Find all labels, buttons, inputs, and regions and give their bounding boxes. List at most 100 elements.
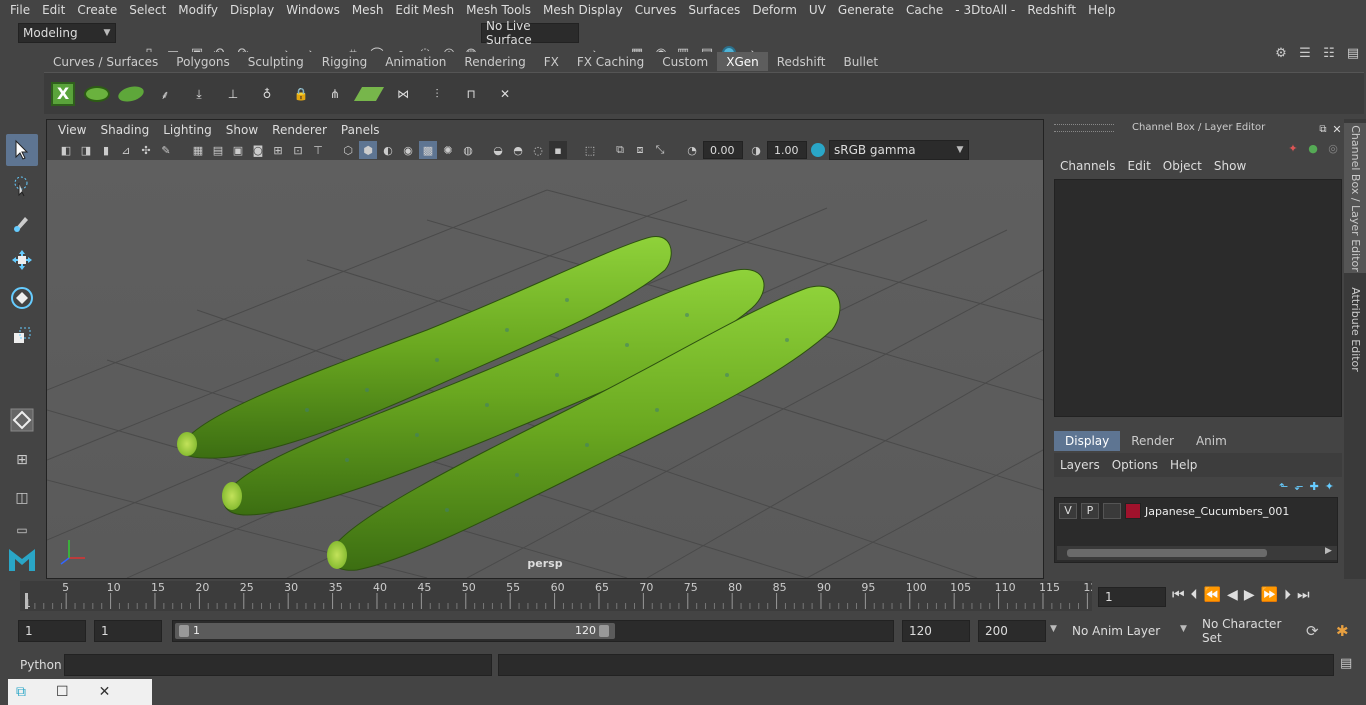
maximize-window-icon[interactable]: ☐ (56, 684, 69, 700)
move-layer-up-icon[interactable]: ⬑ (1279, 480, 1288, 493)
modeling-toolkit-icon[interactable]: ⚙ (1272, 44, 1290, 62)
anim-prefs-icon[interactable]: ⟳ (1306, 622, 1319, 640)
wireframe-on-shaded-icon[interactable]: ◐ (379, 141, 397, 159)
menu-item-help[interactable]: Help (1082, 3, 1121, 17)
menu-item-curves[interactable]: Curves (629, 3, 683, 17)
step-forward-icon[interactable]: ⏵ (1284, 587, 1291, 603)
shelf-tab-animation[interactable]: Animation (376, 52, 456, 71)
xgen-place-guide-icon[interactable]: ⤓ (184, 79, 214, 109)
channel-box-options-icon[interactable]: ◎ (1324, 139, 1342, 157)
film-gate-icon[interactable]: ▤ (209, 141, 227, 159)
resolution-gate-icon[interactable]: ▣ (229, 141, 247, 159)
live-surface-field[interactable]: No Live Surface (481, 19, 579, 47)
viewport-menu-show[interactable]: Show (219, 123, 265, 137)
layer-playback-toggle[interactable]: P (1081, 503, 1099, 519)
scene-start-field[interactable]: 1 (18, 620, 86, 642)
viewport-menu-shading[interactable]: Shading (93, 123, 156, 137)
shelf-tab-rigging[interactable]: Rigging (312, 52, 377, 71)
show-manipulator-icon[interactable] (6, 404, 38, 436)
xray-joints-icon[interactable]: ⧉ (611, 141, 629, 159)
menu-item-cache[interactable]: Cache (900, 3, 949, 17)
viewport-3d[interactable]: persp (47, 160, 1043, 578)
smooth-shade-icon[interactable]: ⬢ (359, 141, 377, 159)
xgen-add-guide-icon[interactable]: ⸙ (150, 79, 180, 109)
layer-visibility-toggle[interactable]: V (1059, 503, 1077, 519)
camera-attributes-icon[interactable]: ◨ (77, 141, 95, 159)
channel-box-toggle-icon[interactable]: ▤ (1344, 44, 1362, 62)
menu-item-generate[interactable]: Generate (832, 3, 900, 17)
go-to-end-icon[interactable]: ⏭ (1297, 587, 1310, 603)
gate-mask-icon[interactable]: ◙ (249, 141, 267, 159)
menu-item-surfaces[interactable]: Surfaces (682, 3, 746, 17)
viewport-menu-renderer[interactable]: Renderer (265, 123, 334, 137)
menu-item-select[interactable]: Select (123, 3, 172, 17)
rotate-tool-icon[interactable] (6, 282, 38, 314)
menu-item-edit-mesh[interactable]: Edit Mesh (389, 3, 460, 17)
close-window-icon[interactable]: ✕ (99, 684, 111, 700)
shelf-tab-fx[interactable]: FX (534, 52, 568, 71)
menu-item-uv[interactable]: UV (803, 3, 832, 17)
restore-window-icon[interactable]: ⧉ (16, 684, 26, 700)
channel-box-menu-edit[interactable]: Edit (1122, 159, 1157, 173)
menu-item-display[interactable]: Display (224, 3, 280, 17)
menu-item-edit[interactable]: Edit (36, 3, 71, 17)
two-d-pan-icon[interactable]: ✣ (137, 141, 155, 159)
depth-of-field-icon[interactable]: ◌ (529, 141, 547, 159)
shelf-tab-fx-caching[interactable]: FX Caching (567, 52, 654, 71)
layer-menu-layers[interactable]: Layers (1054, 458, 1106, 472)
menu-item-file[interactable]: File (4, 3, 36, 17)
panel-drag-handle[interactable] (1054, 124, 1114, 132)
playback-start-field[interactable]: 1 (94, 620, 162, 642)
exposure-field[interactable]: 0.00 (703, 141, 743, 159)
screen-space-ao-icon[interactable]: ◍ (459, 141, 477, 159)
layer-name[interactable]: Japanese_Cucumbers_001 (1145, 505, 1289, 518)
multisample-icon[interactable]: ◓ (509, 141, 527, 159)
viewport-menu-panels[interactable]: Panels (334, 123, 387, 137)
grid-toggle-icon[interactable]: ▦ (189, 141, 207, 159)
shelf-tab-rendering[interactable]: Rendering (455, 52, 535, 71)
xgen-guide-delete-icon[interactable]: ✕ (490, 79, 520, 109)
layer-display-type-toggle[interactable] (1103, 503, 1121, 519)
xgen-guide-comb-icon[interactable]: ⫶ (422, 79, 452, 109)
grease-pencil-icon[interactable]: ✎ (157, 141, 175, 159)
xgen-guide-bend-icon[interactable]: ⋔ (320, 79, 350, 109)
step-back-key-icon[interactable]: ⏪ (1204, 587, 1221, 603)
playback-end-field[interactable]: 120 (902, 620, 970, 642)
xgen-sculpt-guide-icon[interactable]: ♁ (252, 79, 282, 109)
step-back-icon[interactable]: ⏴ (1191, 587, 1198, 603)
scrollbar-thumb[interactable] (1067, 549, 1267, 557)
xgen-lock-guide-icon[interactable]: 🔒 (286, 79, 316, 109)
shadows-icon[interactable]: ✺ (439, 141, 457, 159)
layer-row[interactable]: V P Japanese_Cucumbers_001 (1059, 500, 1337, 522)
key-toggle-icon[interactable]: ● (1304, 139, 1322, 157)
xgen-leaf-icon[interactable] (116, 79, 146, 109)
timeline-track[interactable]: 1510152025303540455055606570758085909510… (20, 581, 1092, 611)
menu-item-windows[interactable]: Windows (280, 3, 346, 17)
command-input[interactable] (64, 654, 492, 676)
safe-title-icon[interactable]: ⊤ (309, 141, 327, 159)
auto-key-icon[interactable]: ✱ (1336, 622, 1349, 640)
gamma-field[interactable]: 1.00 (767, 141, 807, 159)
shelf-tab-bullet[interactable]: Bullet (834, 52, 888, 71)
color-space-dropdown[interactable]: sRGB gamma ▼ (829, 140, 969, 160)
attribute-editor-toggle-icon[interactable]: ☰ (1296, 44, 1314, 62)
go-to-start-icon[interactable]: ⏮ (1172, 587, 1185, 603)
range-slider-track[interactable]: 1 120 (172, 620, 894, 642)
menu-item-create[interactable]: Create (71, 3, 123, 17)
layer-tab-anim[interactable]: Anim (1184, 431, 1238, 451)
channel-box-area[interactable] (1054, 179, 1342, 417)
menu-item-mesh[interactable]: Mesh (346, 3, 390, 17)
layer-color-swatch[interactable] (1125, 503, 1141, 519)
shelf-tab-sculpting[interactable]: Sculpting (238, 52, 313, 71)
wireframe-icon[interactable]: ⬡ (339, 141, 357, 159)
axis-toggle-icon[interactable]: ✦ (1284, 139, 1302, 157)
shelf-tab-polygons[interactable]: Polygons (167, 52, 239, 71)
viewport-menu-lighting[interactable]: Lighting (156, 123, 219, 137)
motion-blur-icon[interactable]: ◒ (489, 141, 507, 159)
menu-item-mesh-tools[interactable]: Mesh Tools (460, 3, 537, 17)
paint-select-tool-icon[interactable] (6, 206, 38, 238)
backface-icon[interactable]: ⤡ (651, 141, 669, 159)
scene-end-field[interactable]: 200 (978, 620, 1046, 642)
bookmark-icon[interactable]: ▮ (97, 141, 115, 159)
range-slider-bar[interactable]: 1 120 (175, 623, 615, 639)
